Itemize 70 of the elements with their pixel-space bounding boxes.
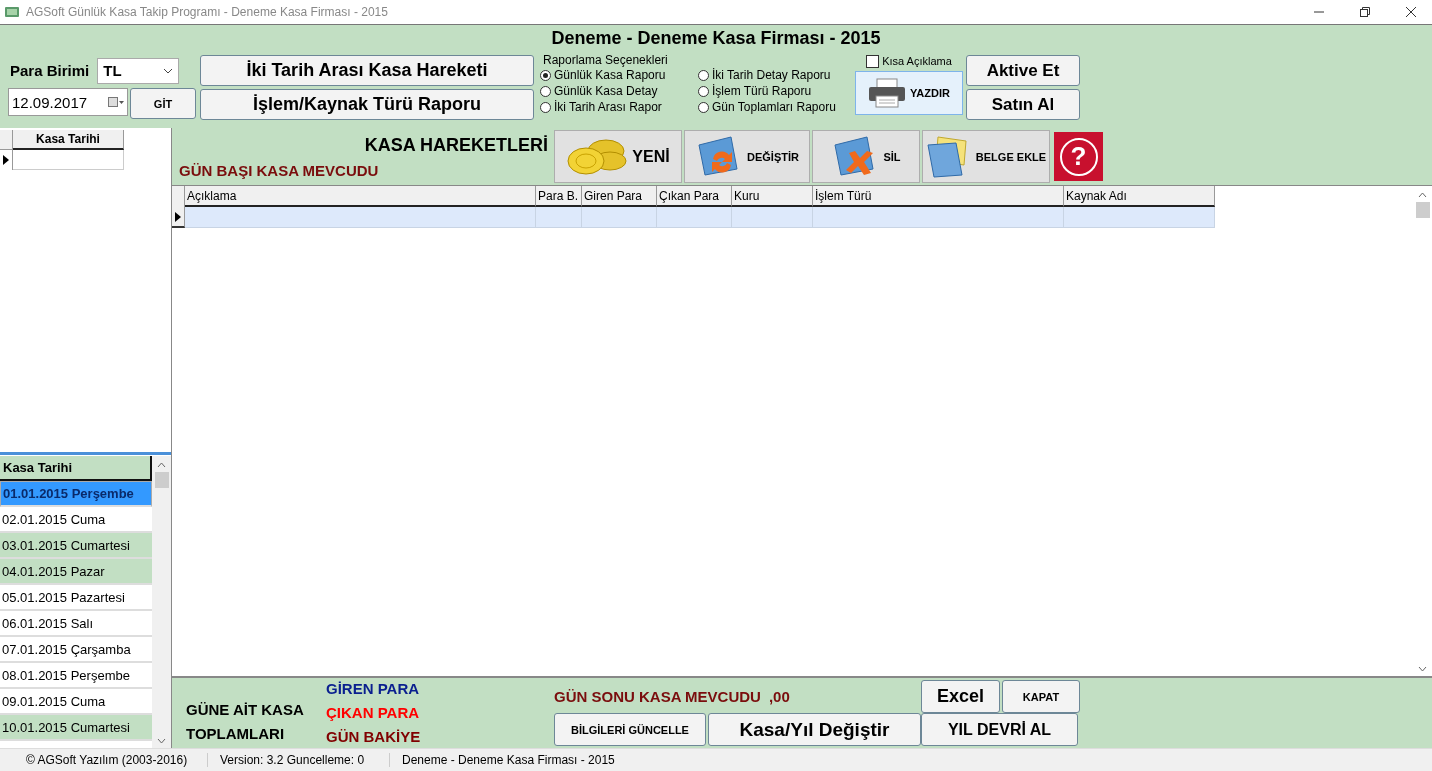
report-option[interactable]: İki Tarih Arası Rapor: [540, 99, 696, 115]
toolbar-button[interactable]: SİL: [812, 130, 920, 183]
report-option[interactable]: Günlük Kasa Raporu: [540, 67, 696, 83]
help-button[interactable]: ?: [1054, 132, 1103, 181]
report-option[interactable]: Gün Toplamları Raporu: [698, 99, 852, 115]
go-button[interactable]: GİT: [130, 88, 196, 119]
printer-icon: [868, 78, 907, 108]
column-header: Kaynak Adı: [1064, 186, 1215, 207]
report-button[interactable]: İki Tarih Arası Kasa Hareketi: [200, 55, 534, 86]
date-list-item[interactable]: 10.01.2015 Cumartesi: [0, 715, 152, 741]
scrollbar[interactable]: [152, 456, 171, 748]
short-description-checkbox[interactable]: Kısa Açıklama: [866, 51, 952, 71]
print-button[interactable]: YAZDIR: [855, 71, 963, 115]
toolbar-button[interactable]: BELGE EKLE: [922, 130, 1050, 183]
scroll-thumb[interactable]: [1415, 202, 1430, 218]
column-header: Çıkan Para: [657, 186, 732, 207]
row-pointer-icon: [175, 211, 181, 222]
column-header: Açıklama: [185, 186, 536, 207]
list-header: Kasa Tarihi: [0, 456, 152, 481]
date-list-item[interactable]: 01.01.2015 Perşembe: [0, 481, 152, 507]
section-title: KASA HAREKETLERİ: [363, 134, 549, 156]
excel-button[interactable]: Excel: [921, 680, 1000, 713]
coins-icon: [566, 136, 629, 177]
closing-balance-value: ,00: [768, 688, 790, 705]
date-list-item[interactable]: 04.01.2015 Pazar: [0, 559, 152, 585]
column-header: Giren Para: [582, 186, 657, 207]
window-title: AGSoft Günlük Kasa Takip Programı - Deneme Kasa Firması - 2015: [26, 5, 388, 19]
status-text: © AGSoft Yazılım (2003-2016): [0, 753, 208, 767]
toolbar-button[interactable]: YENİ: [554, 130, 682, 183]
currency-dropdown[interactable]: TL: [97, 57, 180, 84]
report-option[interactable]: İki Tarih Detay Raporu: [698, 67, 852, 83]
currency-label: Para Birimi: [9, 62, 90, 79]
closing-balance-label: GÜN SONU KASA MEVCUDU: [554, 688, 761, 705]
date-list-item[interactable]: 03.01.2015 Cumartesi: [0, 533, 152, 559]
toolbar-button[interactable]: DEĞİŞTİR: [684, 130, 810, 183]
status-text: Deneme - Deneme Kasa Firması - 2015: [401, 753, 616, 767]
scroll-up-icon[interactable]: [157, 462, 166, 468]
license-button[interactable]: Aktive Et: [966, 55, 1080, 86]
scroll-thumb[interactable]: [154, 472, 169, 488]
totals-label: GÜN BAKİYE: [326, 727, 422, 747]
column-header: İşlem Türü: [813, 186, 1064, 207]
totals-label: GİREN PARA: [326, 679, 421, 699]
carry-over-button[interactable]: YIL DEVRİ AL: [921, 713, 1078, 746]
company-title: Deneme - Deneme Kasa Firması - 2015: [550, 27, 882, 50]
column-header: Kasa Tarihi: [13, 130, 124, 150]
update-button[interactable]: BİLGİLERİ GÜNCELLE: [554, 713, 706, 746]
restore-icon[interactable]: [1360, 7, 1370, 17]
column-header: Kuru: [732, 186, 813, 207]
close-icon[interactable]: [1406, 7, 1416, 17]
calendar-icon: [108, 97, 124, 107]
totals-label: ÇIKAN PARA: [326, 703, 421, 723]
app-logo-icon: [4, 4, 20, 20]
totals-title: GÜNE AİT KASA TOPLAMLARI: [186, 700, 305, 744]
switch-button[interactable]: Kasa/Yıl Değiştir: [708, 713, 921, 746]
scroll-down-icon[interactable]: [1418, 666, 1427, 672]
column-header: Para B.: [536, 186, 582, 207]
date-picker[interactable]: 12.09.2017: [8, 88, 128, 116]
row-pointer-icon: [3, 155, 9, 165]
report-options-title: Raporlama Seçenekleri: [542, 53, 669, 67]
report-option[interactable]: İşlem Türü Raporu: [698, 83, 852, 99]
status-text: Version: 3.2 Guncelleme: 0: [208, 753, 390, 767]
report-option[interactable]: Günlük Kasa Detay: [540, 83, 696, 99]
license-button[interactable]: Satın Al: [966, 89, 1080, 120]
table-cell: [536, 207, 582, 228]
opening-balance-label: GÜN BAŞI KASA MEVCUDU: [179, 161, 380, 179]
scroll-down-icon[interactable]: [157, 738, 166, 744]
close-button[interactable]: KAPAT: [1002, 680, 1080, 713]
caret-icon: [163, 67, 174, 74]
report-button[interactable]: İşlem/Kaynak Türü Raporu: [200, 89, 534, 120]
scroll-up-icon[interactable]: [1418, 192, 1427, 198]
